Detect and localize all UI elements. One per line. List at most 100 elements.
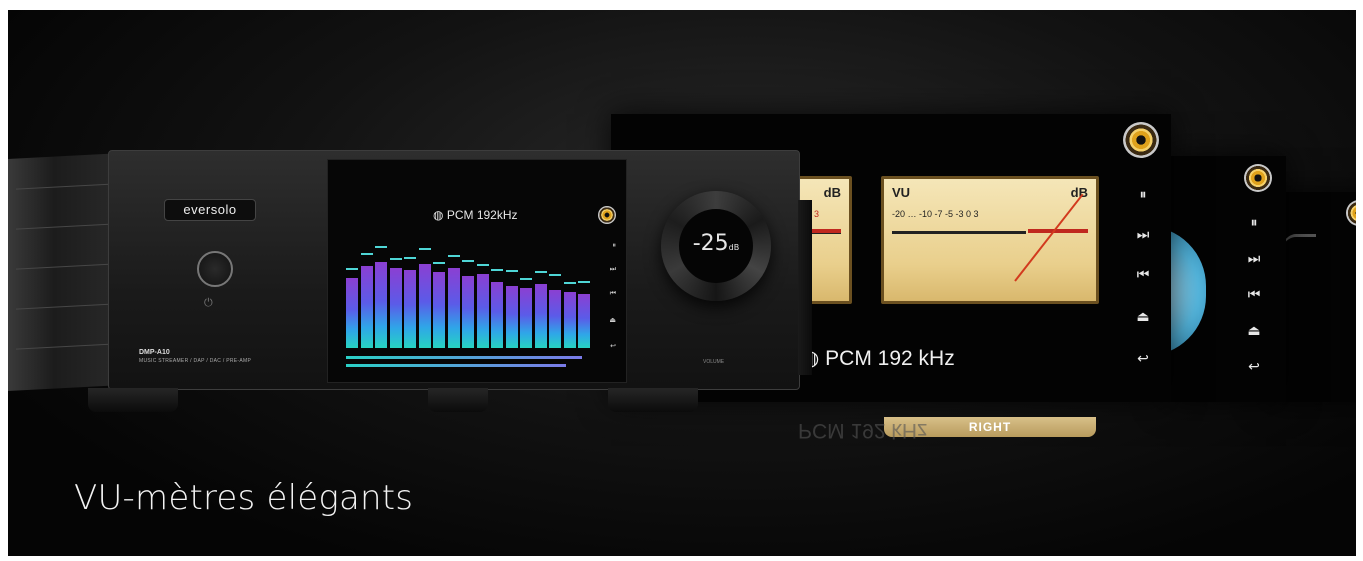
- volume-display: -25dB: [679, 209, 753, 283]
- heatsink-fin: [16, 183, 114, 190]
- spectrum-peak: [447, 255, 460, 257]
- pause-icon[interactable]: ⏸: [1350, 242, 1356, 259]
- format-text: PCM 192 kHz: [825, 347, 955, 370]
- spectrum-bar: [578, 294, 590, 348]
- vu-scale-red: [1028, 229, 1088, 233]
- brand-logo: eversolo: [164, 199, 256, 221]
- model-name: DMP-A10: [139, 349, 170, 356]
- heatsink-fin: [16, 343, 114, 350]
- eject-icon[interactable]: ⏏: [609, 316, 616, 324]
- prev-icon[interactable]: ⏮: [1242, 286, 1266, 303]
- album-art: [1123, 122, 1159, 158]
- spectrum-peak: [346, 268, 358, 270]
- vu-panel-middle: ⏸ ⏭ ⏮ ⏏ ↩: [1146, 156, 1286, 402]
- device-side: [798, 200, 812, 375]
- spectrum-peak: [389, 258, 402, 260]
- power-button[interactable]: [197, 251, 233, 287]
- vu-label: VU: [892, 185, 911, 200]
- spectrum-bar: [520, 288, 532, 348]
- spectrum-peak: [563, 282, 576, 284]
- back-icon[interactable]: ↩: [1242, 358, 1266, 375]
- spectrum-peak: [505, 270, 518, 272]
- eject-icon[interactable]: ⏏: [1242, 322, 1266, 339]
- spectrum-peak: [375, 246, 387, 248]
- album-art: [1346, 200, 1356, 226]
- spectrum-peak: [520, 278, 532, 280]
- heatsink-fin: [16, 303, 114, 310]
- volume-value: -25: [692, 231, 729, 256]
- spectrum-bar: [563, 292, 576, 348]
- next-icon[interactable]: ⏭: [1242, 250, 1266, 267]
- dmp-a10-device: eversolo ⏻ DMP-A10 MUSIC STREAMER / DAP …: [8, 150, 812, 415]
- vu-scale: -20 … -10 -7 -5 -3 0 3: [892, 209, 979, 219]
- back-icon[interactable]: ↩: [1350, 362, 1356, 379]
- album-art: [1244, 164, 1272, 192]
- pause-icon[interactable]: ⏸: [1242, 214, 1266, 231]
- spectrum-peak: [491, 269, 503, 271]
- spectrum-bar: [346, 278, 358, 348]
- spectrum-peak: [476, 264, 489, 266]
- album-art: [598, 206, 616, 224]
- screen-format: ◍ PCM 192kHz: [433, 208, 518, 222]
- spectrum-peak: [534, 271, 547, 273]
- heatsink-fin: [16, 223, 114, 230]
- heatsink-wing: [8, 152, 123, 392]
- spectrum-peak: [360, 253, 373, 255]
- vu-db-label: dB: [823, 185, 841, 200]
- power-icon: ⏻: [204, 297, 213, 309]
- volume-unit: dB: [728, 243, 740, 252]
- back-icon[interactable]: ↩: [610, 342, 616, 350]
- spectrum-bar: [491, 282, 503, 348]
- screen-format-text: PCM 192kHz: [446, 208, 518, 222]
- spectrum-bar: [462, 276, 474, 348]
- prev-icon[interactable]: ⏮: [1350, 302, 1357, 319]
- prev-icon[interactable]: ⏮: [1131, 266, 1155, 283]
- model-description: MUSIC STREAMER / DAP / DAC / PRE-AMP: [139, 358, 252, 364]
- vu-meter-right: VU dB -20 … -10 -7 -5 -3 0 3 RIGHT: [881, 176, 1099, 437]
- spectrum-peak: [549, 274, 561, 276]
- vu-scale-tail: 3: [813, 209, 819, 219]
- spectrum-peak: [404, 257, 416, 259]
- spectrum-peak: [433, 262, 445, 264]
- spectrum-bar: [389, 268, 402, 348]
- level-meter-left: [346, 356, 582, 359]
- waveform-icon: ◍: [433, 208, 447, 222]
- spectrum-peak: [578, 281, 590, 283]
- heatsink-fin: [16, 263, 114, 270]
- spectrum-peak: [462, 260, 474, 262]
- level-meter-right: [346, 364, 566, 367]
- next-icon[interactable]: ⏭: [610, 266, 616, 274]
- pause-icon[interactable]: ⏸: [1131, 186, 1155, 203]
- spectrum-bar: [505, 286, 518, 348]
- back-icon[interactable]: ↩: [1131, 350, 1155, 367]
- next-icon[interactable]: ⏭: [1131, 226, 1155, 243]
- spectrum-bar: [375, 262, 387, 348]
- device-front-panel: eversolo ⏻ DMP-A10 MUSIC STREAMER / DAP …: [108, 150, 800, 390]
- device-foot: [428, 388, 488, 412]
- next-icon[interactable]: ⏭: [1350, 274, 1357, 291]
- vu-needle: [1014, 193, 1084, 282]
- pause-icon[interactable]: ⏸: [613, 242, 617, 250]
- spectrum-analyzer: [346, 246, 592, 348]
- device-foot: [88, 388, 178, 412]
- spectrum-bar: [418, 264, 431, 348]
- spectrum-bar: [447, 268, 460, 348]
- banner-caption: VU-mètres élégants: [74, 478, 414, 518]
- device-screen: ◍ PCM 192kHz ⏸ ⏭ ⏮ ⏏ ↩: [327, 159, 627, 383]
- spectrum-bar: [404, 270, 416, 348]
- volume-knob-area: -25dB VOLUME: [633, 151, 799, 389]
- device-foot: [608, 388, 698, 412]
- spectrum-bar: [534, 284, 547, 348]
- format-reflection: PCM 192 kHz: [798, 418, 928, 442]
- format-reflection-text: PCM 192 kHz: [798, 419, 928, 442]
- volume-label: VOLUME: [703, 359, 725, 365]
- spectrum-bar: [433, 272, 445, 348]
- eject-icon[interactable]: ⏏: [1350, 330, 1356, 347]
- eject-icon[interactable]: ⏏: [1131, 308, 1155, 325]
- prev-icon[interactable]: ⏮: [610, 290, 616, 298]
- spectrum-bar: [476, 274, 489, 348]
- vu-scale-arc: [892, 231, 1026, 234]
- hero-banner: ⏸ ⏭ ⏮ ⏏ ↩ ⏸ ⏭ ⏮ ⏏ ↩ dB 3 VU dB -20 … -10…: [8, 10, 1356, 556]
- format-label: ◍ PCM 192 kHz: [801, 346, 955, 371]
- spectrum-bar: [360, 266, 373, 348]
